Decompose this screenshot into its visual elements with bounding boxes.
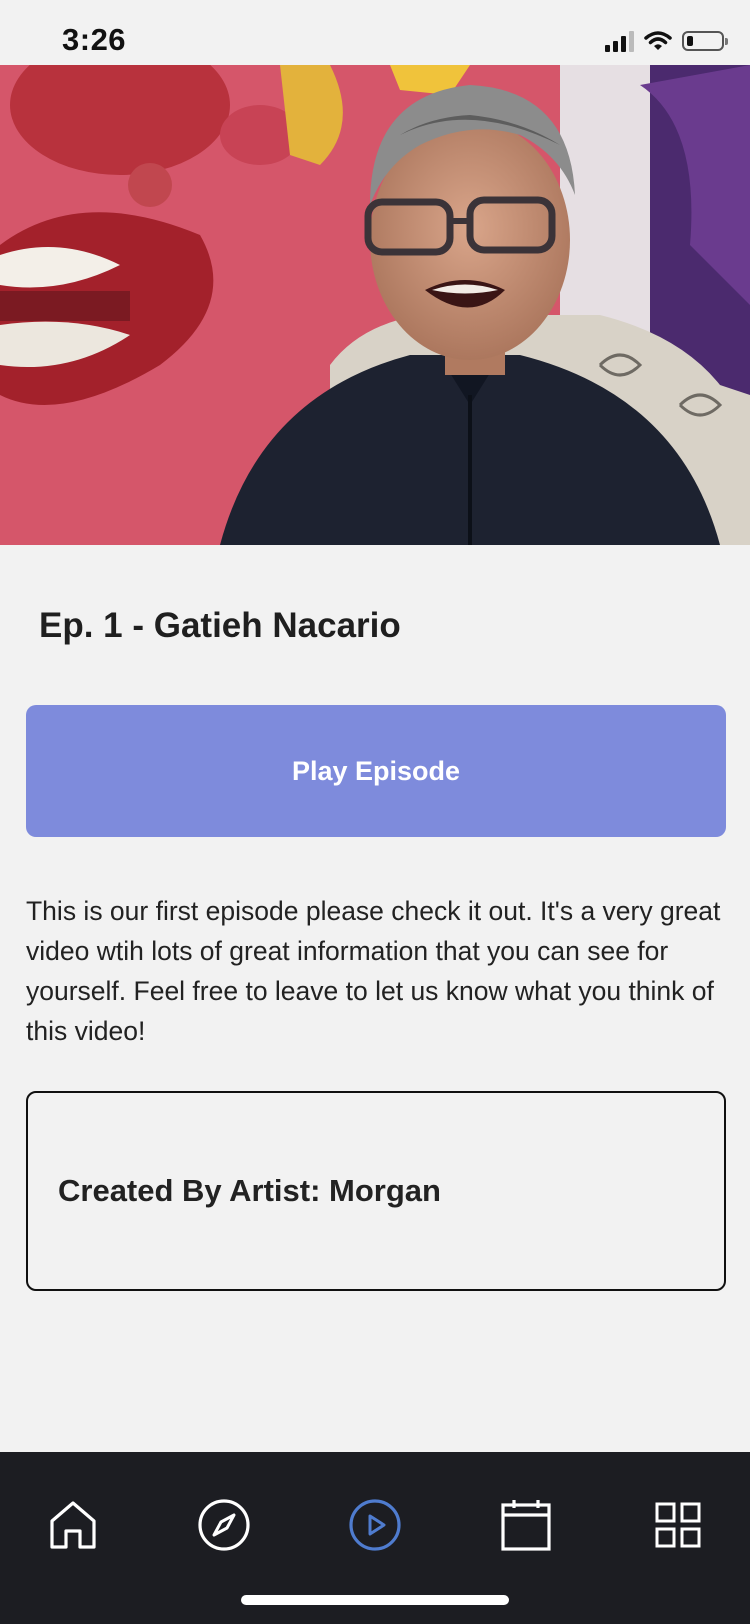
artist-credit-card: Created By Artist: Morgan bbox=[26, 1091, 726, 1291]
artist-credit-text: Created By Artist: Morgan bbox=[58, 1173, 441, 1208]
episode-thumbnail-image bbox=[0, 65, 750, 545]
status-time: 3:26 bbox=[62, 22, 127, 57]
tab-episodes[interactable] bbox=[340, 1490, 410, 1560]
home-indicator[interactable] bbox=[241, 1595, 509, 1605]
episode-description: This is our first episode please check i… bbox=[26, 896, 721, 1046]
play-episode-button[interactable]: Play Episode bbox=[26, 705, 726, 837]
calendar-icon bbox=[501, 1500, 551, 1551]
home-icon bbox=[50, 1501, 96, 1549]
tab-calendar[interactable] bbox=[491, 1490, 561, 1560]
episode-thumbnail[interactable] bbox=[0, 65, 750, 545]
tab-explore[interactable] bbox=[189, 1490, 259, 1560]
bottom-tab-bar bbox=[0, 1452, 750, 1624]
tab-more[interactable] bbox=[643, 1490, 713, 1560]
status-bar: 3:26 bbox=[0, 0, 750, 65]
tab-home[interactable] bbox=[38, 1490, 108, 1560]
play-circle-icon bbox=[349, 1499, 401, 1551]
episode-title: Ep. 1 - Gatieh Nacario bbox=[39, 606, 401, 645]
compass-icon bbox=[198, 1499, 250, 1551]
cellular-signal-icon bbox=[605, 30, 634, 52]
status-icons bbox=[605, 30, 728, 52]
wifi-icon bbox=[644, 31, 672, 50]
grid-icon bbox=[655, 1502, 701, 1548]
battery-icon bbox=[682, 31, 728, 51]
